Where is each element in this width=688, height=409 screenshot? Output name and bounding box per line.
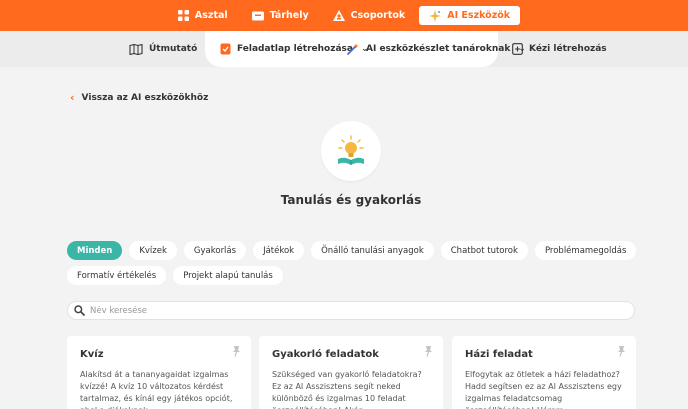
lightbulb-book-icon [338, 135, 364, 165]
filter-chips-row-2: Formatív értékelés Projekt alapú tanulás [67, 266, 283, 285]
filter-chip-projekt-alapu-tanulas[interactable]: Projekt alapú tanulás [173, 266, 283, 285]
card-title: Gyakorló feladatok [272, 349, 379, 360]
search-icon [74, 305, 85, 316]
ai-toolkit-label: AI eszközkészlet tanároknak [366, 44, 511, 54]
filter-chip-gyakorlas[interactable]: Gyakorlás [183, 241, 247, 260]
card-title: Kvíz [80, 349, 104, 360]
pin-icon[interactable] [422, 345, 434, 357]
back-to-ai-tools-link[interactable]: ‹ Vissza az AI eszközökhöz [70, 91, 208, 104]
pin-icon[interactable] [230, 345, 242, 357]
nav-label: Csoportok [350, 10, 406, 21]
guide-label: Útmutató [149, 44, 198, 54]
nav-item-tarhely[interactable]: Tárhely [242, 6, 319, 25]
nav-item-ai-eszkozok[interactable]: AI Eszközök [419, 6, 521, 25]
filter-chip-jatekok[interactable]: Játékok [253, 241, 305, 260]
map-icon [129, 43, 143, 55]
worksheet-icon [220, 43, 231, 55]
chevron-left-icon: ‹ [70, 91, 75, 104]
filter-chip-chatbot-tutorok[interactable]: Chatbot tutorok [440, 241, 528, 260]
guide-link[interactable]: Útmutató [129, 31, 197, 67]
filter-chips-row-1: Minden Kvízek Gyakorlás Játékok Önálló t… [67, 241, 637, 260]
sub-navigation: Útmutató Feladatlap létrehozása ⌄ AI esz… [0, 31, 688, 67]
sparkle-icon [429, 9, 442, 22]
page-title: Tanulás és gyakorlás [280, 193, 422, 207]
grid-icon [177, 10, 189, 21]
tool-card-gyakorlo-feladatok[interactable]: Gyakorló feladatok Szükséged van gyakorl… [259, 336, 443, 409]
top-navigation: Asztal Tárhely Csoportok AI Eszközök [0, 0, 688, 31]
worksheet-label: Feladatlap létrehozása [237, 44, 353, 54]
group-icon [332, 10, 345, 21]
back-link-label: Vissza az AI eszközökhöz [81, 92, 209, 103]
nav-item-csoportok[interactable]: Csoportok [323, 6, 416, 25]
card-title: Házi feladat [465, 349, 533, 360]
filter-chip-minden[interactable]: Minden [67, 241, 123, 260]
card-description: Szükséged van gyakorló feladatokra? Ez a… [272, 370, 422, 409]
nav-label: Asztal [194, 10, 228, 21]
search-box [67, 301, 635, 320]
category-icon-badge [321, 121, 381, 181]
filter-chip-onallo-tanulasi-anyagok[interactable]: Önálló tanulási anyagok [311, 241, 434, 260]
ai-toolkit-dropdown[interactable]: AI eszközkészlet tanároknak ⌄ [347, 31, 526, 67]
search-input[interactable] [90, 305, 610, 316]
pin-icon[interactable] [615, 345, 627, 357]
manual-create-link[interactable]: Kézi létrehozás [512, 31, 607, 67]
filter-chip-problemamegoldas[interactable]: Problémamegoldás [534, 241, 637, 260]
tool-card-hazi-feladat[interactable]: Házi feladat Elfogytak az ötletek a házi… [452, 336, 636, 409]
filter-chip-kvizek[interactable]: Kvízek [129, 241, 177, 260]
nav-label: Tárhely [269, 10, 309, 21]
card-description: Elfogytak az ötletek a házi feladathoz? … [465, 370, 622, 409]
magic-wand-icon [347, 43, 359, 55]
nav-item-asztal[interactable]: Asztal [168, 6, 238, 25]
folder-icon [251, 11, 264, 20]
manual-create-label: Kézi létrehozás [529, 44, 607, 54]
card-description: Alakítsd át a tananyagaidat izgalmas kví… [80, 370, 233, 409]
tool-card-kviz[interactable]: Kvíz Alakítsd át a tananyagaidat izgalma… [67, 336, 251, 409]
filter-chip-formativ-ertekeles[interactable]: Formatív értékelés [67, 266, 167, 285]
document-plus-icon [512, 43, 523, 55]
nav-label: AI Eszközök [447, 10, 511, 21]
